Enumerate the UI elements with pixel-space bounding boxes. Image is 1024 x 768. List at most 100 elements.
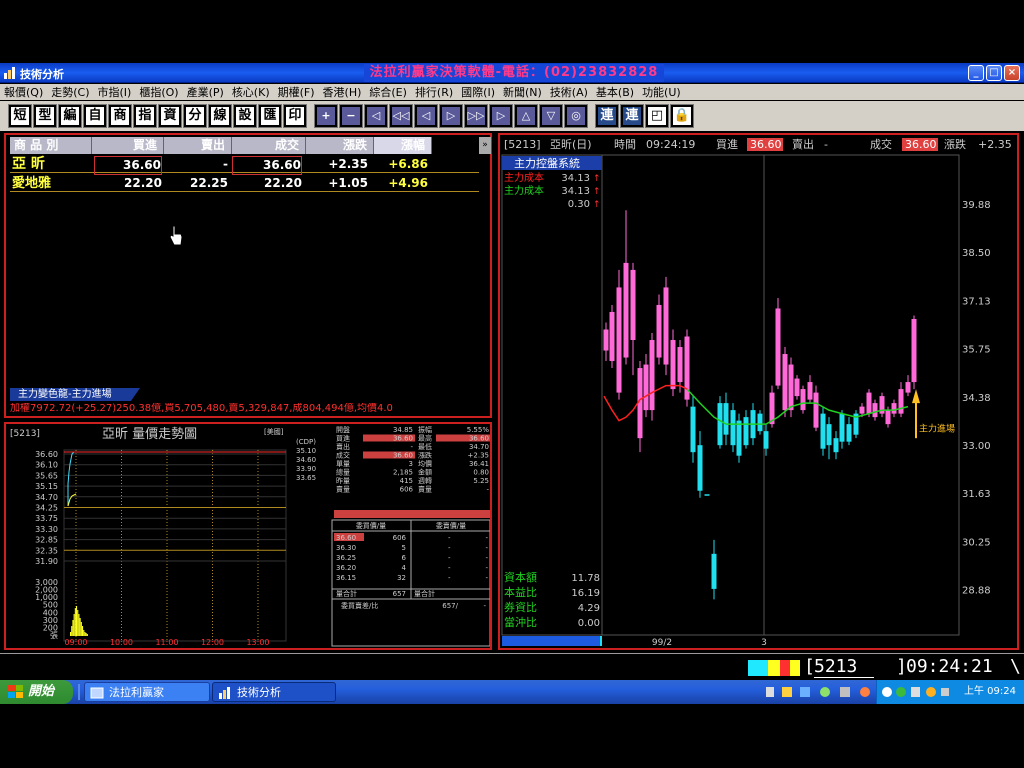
info-value: 36.41 — [469, 460, 489, 468]
candle-body — [911, 318, 917, 383]
orderbook-ask-price: - — [448, 534, 451, 542]
info-value: +2.35 — [468, 452, 489, 460]
quote-row[interactable]: 愛地雅 22.20 22.25 22.20 +1.05 +4.96 — [10, 175, 479, 192]
col-header-bid[interactable]: 買進 — [92, 137, 164, 154]
network-icon — [820, 687, 830, 697]
candle-body — [846, 424, 852, 442]
menu-item[interactable]: 綜合(E) — [365, 84, 411, 100]
col-header-change[interactable]: 漲跌 — [306, 137, 374, 154]
status-light-yellow — [790, 660, 800, 676]
toolbar-button[interactable]: ▷ — [489, 104, 513, 128]
window-titlebar[interactable]: 技術分析 法拉利贏家決策軟體-電話：(02)23832828 _ □ × — [0, 63, 1024, 83]
toolbar-button[interactable]: + — [314, 104, 338, 128]
menu-item[interactable]: 功能(U) — [638, 84, 685, 100]
toolbar-button[interactable]: 匯 — [258, 104, 282, 128]
toolbar-button[interactable]: ▷▷ — [464, 104, 488, 128]
toolbar-button[interactable]: 自 — [83, 104, 107, 128]
price-tick-label: 32.35 — [35, 546, 58, 555]
toolbar-button[interactable]: 🔒 — [670, 104, 694, 128]
col-header-percent[interactable]: 漲幅 — [374, 137, 432, 154]
toolbar-button[interactable]: ◁ — [414, 104, 438, 128]
menu-item[interactable]: 報價(Q) — [0, 84, 47, 100]
col-header-last[interactable]: 成交 — [232, 137, 306, 154]
menu-item[interactable]: 市指(I) — [94, 84, 136, 100]
status-stock-code[interactable]: 5213 — [814, 656, 874, 678]
quote-bid: 36.60 — [94, 156, 162, 175]
menu-item[interactable]: 排行(R) — [411, 84, 457, 100]
quote-change: +1.05 — [328, 176, 368, 190]
price-axis-label: 31.63 — [962, 489, 991, 500]
toolbar-button[interactable]: ◁ — [364, 104, 388, 128]
info-value: 2,185 — [393, 469, 413, 477]
quote-row[interactable]: 亞 昕 36.60 - 36.60 +2.35 +6.86 — [10, 156, 479, 175]
info-label: 開盤 — [336, 425, 350, 434]
toolbar-button[interactable]: 分 — [183, 104, 207, 128]
col-header-name[interactable]: 商 品 別 — [10, 137, 92, 154]
toolbar-button[interactable]: − — [339, 104, 363, 128]
price-tick-label: 36.60 — [35, 450, 58, 459]
toolbar-button[interactable]: 指 — [133, 104, 157, 128]
col-header-ask[interactable]: 賣出 — [164, 137, 232, 154]
candle-body — [872, 403, 878, 418]
tray-clock: 上午 09:24 — [964, 686, 1016, 697]
toolbar-button[interactable]: 型 — [33, 104, 57, 128]
candlestick-chart[interactable]: [5213] 亞昕(日) 時間 09:24:19 買進 36.60 賣出 - 成交 36.60 漲跌… — [500, 135, 1017, 648]
toolbar-button[interactable]: 印 — [283, 104, 307, 128]
info-value: 36.60 — [393, 452, 413, 460]
orderbook-total-label: 量合計 — [414, 589, 435, 598]
toolbar-button[interactable]: 資 — [158, 104, 182, 128]
toolbar-button[interactable]: ▽ — [539, 104, 563, 128]
antivirus-icon — [896, 687, 906, 697]
chart-scrollbar-thumb[interactable] — [502, 636, 602, 646]
toolbar-button[interactable]: ▷ — [439, 104, 463, 128]
menu-item[interactable]: 新聞(N) — [499, 84, 546, 100]
task-button-tech-analysis[interactable]: 技術分析 — [212, 682, 336, 702]
toolbar-button[interactable]: 連 — [620, 104, 644, 128]
toolbar-button[interactable]: 線 — [208, 104, 232, 128]
price-line — [67, 451, 76, 506]
quick-launch-icons — [766, 687, 870, 697]
menu-item[interactable]: 產業(P) — [183, 84, 228, 100]
toolbar-button[interactable]: △ — [514, 104, 538, 128]
toolbar-button[interactable]: ◰ — [645, 104, 669, 128]
system-title[interactable]: 主力控盤系統 — [514, 156, 580, 170]
cdp-label: (CDP) — [296, 438, 316, 446]
bid-label: 買進 — [716, 138, 738, 151]
candle-body — [670, 340, 676, 390]
candle-body — [630, 269, 636, 341]
scroll-right-button[interactable]: » — [479, 137, 491, 154]
info-label: 單量 — [336, 460, 350, 468]
menu-item[interactable]: 核心(K) — [228, 84, 274, 100]
tab-main-force[interactable]: 主力變色龍-主力進場 — [10, 388, 140, 401]
menu-item[interactable]: 走勢(C) — [47, 84, 93, 100]
info-label: 總量 — [336, 468, 350, 477]
close-button[interactable]: × — [1004, 65, 1020, 81]
orderbook-bid-volume: 5 — [402, 544, 406, 552]
menu-item[interactable]: 櫃指(O) — [135, 84, 182, 100]
start-button[interactable]: 開始 — [0, 680, 73, 704]
legend-arrow: ↑ — [593, 174, 601, 184]
toolbar-button[interactable]: ◁◁ — [389, 104, 413, 128]
menu-item[interactable]: 期權(F) — [274, 84, 319, 100]
ask-label: 賣出 — [792, 137, 814, 151]
info-label: 最高 — [418, 434, 432, 443]
toolbar-button[interactable]: ◎ — [564, 104, 588, 128]
candle-body — [813, 392, 819, 428]
bid-value: 36.60 — [750, 138, 782, 151]
menu-item[interactable]: 基本(B) — [592, 84, 638, 100]
toolbar-button[interactable]: 商 — [108, 104, 132, 128]
toolbar-button[interactable]: 編 — [58, 104, 82, 128]
stat-value: 16.19 — [571, 588, 600, 599]
menu-item[interactable]: 國際(I) — [457, 84, 499, 100]
menu-item[interactable]: 技術(A) — [546, 84, 592, 100]
quote-list-panel: 商 品 別 買進 賣出 成交 漲跌 漲幅 » 亞 昕 36.60 - 36.60… — [4, 133, 492, 418]
toolbar-button[interactable]: 連 — [595, 104, 619, 128]
minimize-button[interactable]: _ — [968, 65, 984, 81]
task-button-ferrari[interactable]: 法拉利贏家 — [84, 682, 210, 702]
average-line — [67, 493, 77, 507]
quote-ask: - — [223, 157, 228, 171]
maximize-button[interactable]: □ — [986, 65, 1002, 81]
toolbar-button[interactable]: 短 — [8, 104, 32, 128]
menu-item[interactable]: 香港(H) — [319, 84, 366, 100]
toolbar-button[interactable]: 設 — [233, 104, 257, 128]
